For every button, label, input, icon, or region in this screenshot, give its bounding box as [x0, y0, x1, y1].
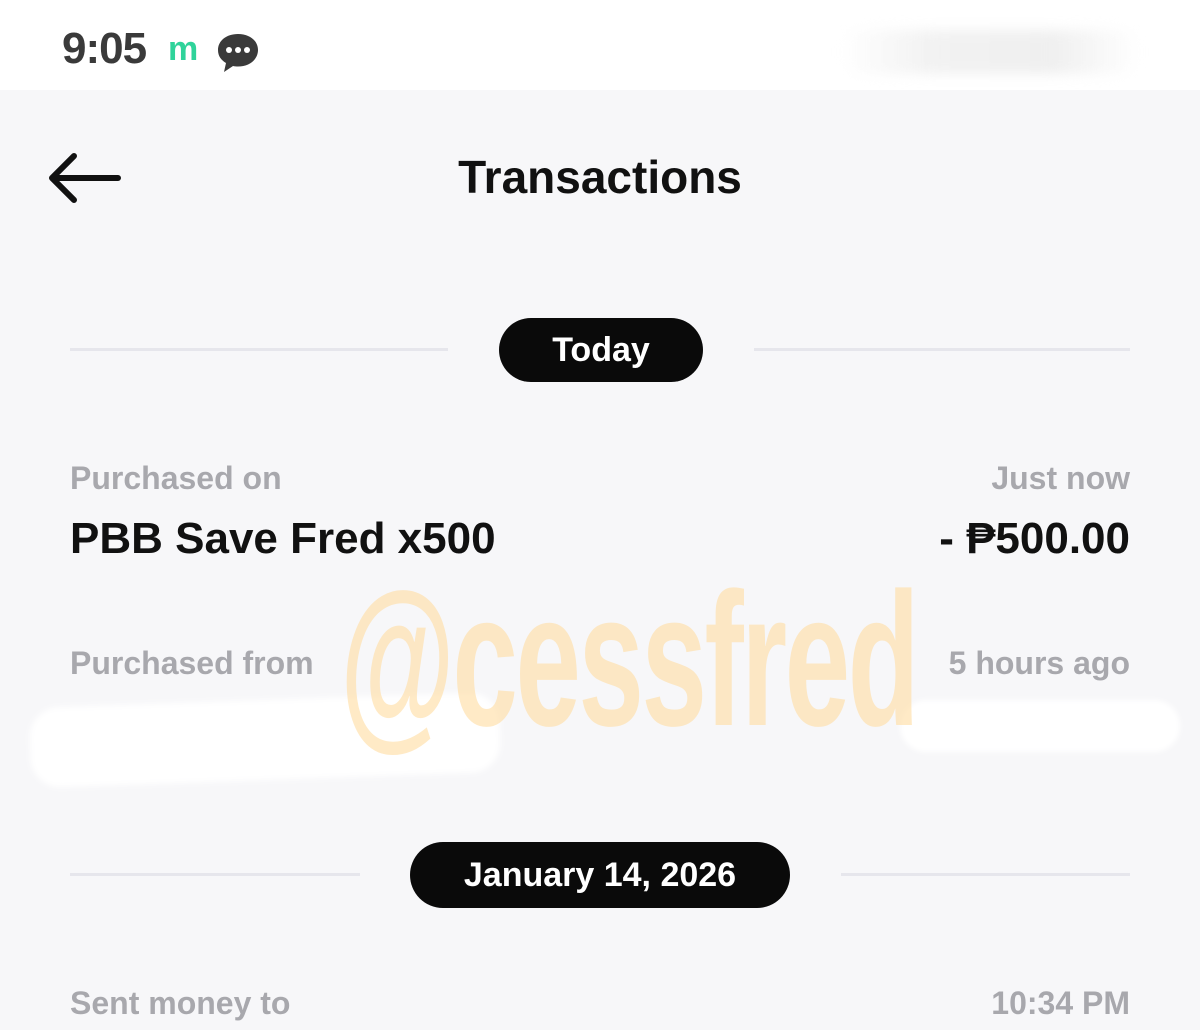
separator-line [754, 348, 1130, 351]
date-pill-today: Today [499, 318, 703, 382]
chat-bubble-icon [218, 34, 258, 72]
redacted-transaction-name [28, 691, 502, 789]
status-icons-blurred [840, 30, 1140, 74]
separator-line [841, 873, 1130, 876]
redacted-transaction-amount [900, 700, 1180, 752]
date-pill-january: January 14, 2026 [410, 842, 790, 908]
transaction-time: 10:34 PM [991, 985, 1130, 1021]
separator-line [70, 873, 360, 876]
transaction-amount: - ₱500.00 [939, 514, 1130, 563]
transaction-time: 5 hours ago [948, 645, 1130, 681]
transactions-screen: 9:05 m Transactions Today Purchased on J… [0, 0, 1200, 1030]
m-app-icon: m [168, 30, 199, 68]
transaction-caption: Sent money to [70, 985, 291, 1021]
transaction-time: Just now [991, 460, 1130, 496]
transaction-caption: Purchased on [70, 460, 282, 496]
transaction-caption: Purchased from [70, 645, 314, 681]
transaction-name[interactable]: PBB Save Fred x500 [70, 514, 496, 564]
status-time: 9:05 [62, 24, 147, 73]
status-bar: 9:05 m [0, 0, 1200, 90]
separator-line [70, 348, 448, 351]
page-title: Transactions [458, 151, 742, 203]
